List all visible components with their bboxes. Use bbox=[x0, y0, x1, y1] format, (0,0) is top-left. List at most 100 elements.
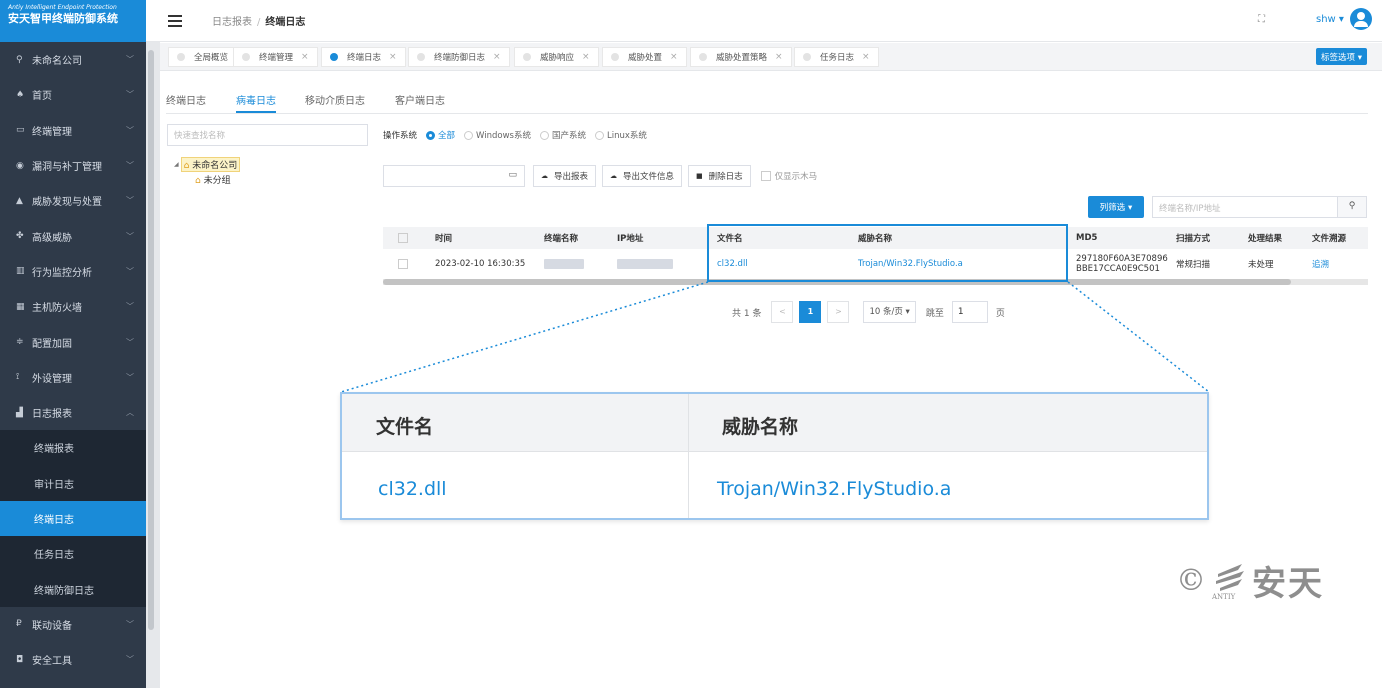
jump-page-input[interactable]: 1 bbox=[951, 301, 988, 323]
search-icon[interactable]: ⚲ bbox=[1337, 196, 1367, 218]
column-header-md5[interactable]: MD5 bbox=[1068, 227, 1172, 249]
redacted-ip-address bbox=[617, 259, 673, 269]
tab-terminal-defense-log[interactable]: 终端防御日志 × bbox=[408, 47, 510, 67]
user-menu[interactable]: shw ▾ bbox=[1316, 8, 1372, 30]
chevron-down-icon: ﹀ bbox=[126, 372, 134, 382]
collapse-arrow-icon[interactable]: ◢ bbox=[174, 161, 179, 168]
breadcrumb-parent[interactable]: 日志报表 bbox=[212, 17, 252, 28]
close-icon[interactable]: × bbox=[670, 52, 678, 62]
radio-os-all[interactable] bbox=[426, 130, 436, 140]
sidebar-subitem-task-log[interactable]: 任务日志 bbox=[0, 536, 146, 571]
date-range-input[interactable]: ▭ bbox=[383, 165, 525, 187]
close-icon[interactable]: × bbox=[582, 52, 590, 62]
sidebar-item-behavior-monitor[interactable]: ▥ 行为监控分析 ﹀ bbox=[0, 254, 146, 289]
close-icon[interactable]: × bbox=[389, 52, 397, 62]
trace-link[interactable]: 追溯 bbox=[1308, 249, 1368, 279]
sidebar-item-log-reports[interactable]: ▟ 日志报表 ︿ bbox=[0, 395, 146, 430]
sidebar-item-security-tools[interactable]: ◘ 安全工具 ﹀ bbox=[0, 642, 146, 677]
cell-terminal bbox=[540, 249, 613, 279]
sidebar-item-threat-discovery[interactable]: ▲ 威胁发现与处置 ﹀ bbox=[0, 183, 146, 218]
column-header-time[interactable]: 时间 bbox=[427, 227, 540, 249]
highlight-box bbox=[707, 224, 1068, 282]
log-toolbar: ▭ ☁ 导出报表 ☁ 导出文件信息 ■ 删除日志 仅显示木马 bbox=[383, 165, 817, 187]
close-icon[interactable]: × bbox=[775, 52, 783, 62]
sidebar-item-advanced-threat[interactable]: ✤ 高级威胁 ﹀ bbox=[0, 218, 146, 253]
close-icon[interactable]: × bbox=[301, 52, 309, 62]
sidebar-subitem-terminal-defense-log[interactable]: 终端防御日志 bbox=[0, 571, 146, 606]
tab-status-dot bbox=[611, 53, 619, 61]
select-all-checkbox[interactable] bbox=[398, 233, 408, 243]
subtab-removable-media-log[interactable]: 移动介质日志 bbox=[305, 92, 365, 107]
tab-threat-response[interactable]: 威胁响应 × bbox=[514, 47, 599, 67]
tab-threat-handling-policy[interactable]: 威胁处置策略 × bbox=[690, 47, 792, 67]
column-filter-button[interactable]: 列筛选 ▾ bbox=[1088, 196, 1144, 218]
subtab-client-log[interactable]: 客户端日志 bbox=[395, 92, 445, 107]
sidebar-item-home[interactable]: ♠ 首页 ﹀ bbox=[0, 77, 146, 112]
sidebar-item-config-hardening[interactable]: ≑ 配置加固 ﹀ bbox=[0, 324, 146, 359]
radio-os-linux[interactable] bbox=[595, 130, 604, 140]
subtab-virus-log[interactable]: 病毒日志 bbox=[236, 92, 276, 113]
cell-time: 2023-02-10 16:30:35 bbox=[435, 259, 526, 269]
radio-label: 国产系统 bbox=[551, 131, 586, 141]
column-header-trace[interactable]: 文件溯源 bbox=[1308, 227, 1368, 249]
tree-node-root[interactable]: ◢ ⌂ 未命名公司 bbox=[174, 157, 241, 172]
checkbox-box[interactable] bbox=[760, 171, 771, 181]
next-page-button[interactable]: > bbox=[827, 301, 850, 323]
column-header-scan-method[interactable]: 扫描方式 bbox=[1172, 227, 1244, 249]
export-file-info-button[interactable]: ☁ 导出文件信息 bbox=[602, 165, 683, 187]
tree-node-child[interactable]: ⌂ 未分组 bbox=[195, 173, 240, 186]
sidebar-subitem-terminal-log[interactable]: 终端日志 bbox=[0, 500, 146, 537]
antiy-brand-text: 安天 bbox=[1252, 564, 1324, 604]
tree-node-label: 未命名公司 bbox=[192, 161, 238, 171]
subtab-terminal-log[interactable]: 终端日志 bbox=[166, 92, 206, 107]
trash-icon: ■ bbox=[696, 172, 703, 180]
prev-page-button[interactable]: < bbox=[771, 301, 794, 323]
sidebar-subitem-audit-log[interactable]: 审计日志 bbox=[0, 466, 146, 501]
sidebar-subitem-label: 终端日志 bbox=[34, 515, 74, 526]
tab-threat-handling[interactable]: 威胁处置 × bbox=[602, 47, 687, 67]
column-header-terminal[interactable]: 终端名称 bbox=[540, 227, 613, 249]
company-selector[interactable]: ⚲ 未命名公司 ﹀ bbox=[0, 42, 146, 77]
sidebar-item-terminal-management[interactable]: ▭ 终端管理 ﹀ bbox=[0, 113, 146, 148]
row-select-cell bbox=[383, 249, 427, 279]
calendar-icon: ▭ bbox=[508, 170, 517, 180]
sidebar-item-peripheral-management[interactable]: ⟟ 外设管理 ﹀ bbox=[0, 360, 146, 395]
close-icon[interactable]: × bbox=[493, 52, 501, 62]
sidebar-item-vulnerability-patch[interactable]: ◉ 漏洞与补丁管理 ﹀ bbox=[0, 148, 146, 183]
tab-status-dot bbox=[242, 53, 250, 61]
terminal-search-input[interactable]: 终端名称/IP地址 bbox=[1152, 196, 1338, 218]
tab-global-overview[interactable]: 全局概览 bbox=[168, 47, 238, 67]
row-checkbox[interactable] bbox=[398, 259, 408, 269]
tab-task-log[interactable]: 任务日志 × bbox=[794, 47, 879, 67]
close-icon[interactable]: × bbox=[862, 52, 870, 62]
sidebar-item-linked-devices[interactable]: ₽ 联动设备 ﹀ bbox=[0, 607, 146, 642]
button-label: 删除日志 bbox=[708, 172, 743, 182]
column-header-result[interactable]: 处理结果 bbox=[1244, 227, 1308, 249]
sidebar-subitem-terminal-report[interactable]: 终端报表 bbox=[0, 430, 146, 465]
delete-log-button[interactable]: ■ 删除日志 bbox=[688, 165, 751, 187]
button-label: 导出报表 bbox=[554, 172, 589, 182]
tab-terminal-log[interactable]: 终端日志 × bbox=[321, 47, 406, 67]
page-number-button[interactable]: 1 bbox=[799, 301, 822, 323]
export-report-button[interactable]: ☁ 导出报表 bbox=[533, 165, 597, 187]
sidebar-item-label: 联动设备 bbox=[32, 620, 72, 632]
column-header-ip[interactable]: IP地址 bbox=[613, 227, 707, 249]
tag-options-button[interactable]: 标签选项 ▾ bbox=[1316, 48, 1367, 65]
sidebar-item-host-firewall[interactable]: ▦ 主机防火墙 ﹀ bbox=[0, 289, 146, 324]
cell-md5: 297180F60A3E70896 BBE17CCA0E9C501 bbox=[1068, 249, 1172, 279]
avatar[interactable] bbox=[1349, 8, 1372, 30]
tab-terminal-management[interactable]: 终端管理 × bbox=[233, 47, 318, 67]
sidebar-subitem-label: 审计日志 bbox=[34, 479, 74, 491]
page-size-select[interactable]: 10 条/页 ▾ bbox=[863, 301, 916, 323]
fullscreen-icon[interactable]: ⛶ bbox=[1258, 14, 1265, 25]
radio-os-windows[interactable] bbox=[464, 130, 474, 140]
radio-os-domestic[interactable] bbox=[539, 130, 549, 140]
only-trojan-checkbox[interactable]: 仅显示木马 bbox=[760, 170, 817, 182]
sidebar-scrollbar-thumb[interactable] bbox=[148, 50, 154, 630]
tab-label: 威胁响应 bbox=[540, 53, 575, 63]
firewall-icon: ▦ bbox=[16, 301, 25, 312]
zoom-column-divider bbox=[688, 394, 689, 518]
tree-search-input[interactable]: 快速查找名称 bbox=[167, 124, 368, 146]
menu-toggle-icon[interactable] bbox=[168, 12, 182, 30]
cloud-download-icon: ☁ bbox=[541, 172, 548, 180]
